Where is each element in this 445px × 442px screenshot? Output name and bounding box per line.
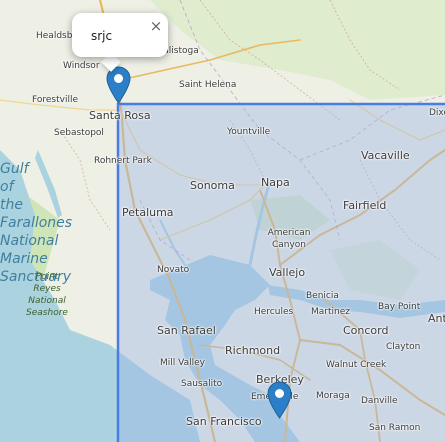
place-label: Hercules [254, 307, 294, 317]
place-label: San Francisco [186, 415, 262, 428]
place-label: Rohnert Park [94, 156, 152, 166]
place-label: Forestville [32, 95, 78, 105]
water-label: Gulf of the Farallones National Marine S… [0, 161, 72, 285]
place-label: Benicia [306, 291, 339, 301]
place-label: Petaluma [122, 206, 174, 219]
popup-text: srjc [91, 29, 113, 43]
map-canvas[interactable]: Healdsburg Windsor Calistoga Saint Helen… [0, 0, 445, 442]
place-label: Yountville [227, 127, 271, 137]
place-label: Dixon [429, 108, 445, 118]
place-label: Sausalito [181, 379, 223, 389]
place-label: Mill Valley [160, 358, 205, 368]
place-label: Saint Helena [179, 80, 237, 90]
place-label: Moraga [316, 391, 350, 401]
place-label: Sonoma [190, 179, 235, 192]
place-label: Martinez [311, 307, 350, 317]
place-label: Sebastopol [54, 128, 104, 138]
place-label: Danville [361, 396, 398, 406]
place-label: Novato [157, 265, 190, 275]
map-marker-icon[interactable] [106, 66, 131, 104]
place-label: Fairfield [343, 199, 387, 212]
place-label: Walnut Creek [326, 360, 387, 370]
place-label: San Ramon [369, 423, 421, 433]
place-label: Concord [343, 324, 389, 337]
place-label: Richmond [225, 344, 281, 357]
place-label: Clayton [386, 342, 421, 352]
place-label: Napa [261, 176, 290, 189]
place-label: Santa Rosa [89, 109, 151, 122]
park-label: Point Reyes National Seashore [26, 272, 68, 318]
close-icon[interactable]: × [148, 18, 164, 34]
place-label: Vallejo [269, 266, 306, 279]
place-label: American Canyon [267, 228, 311, 250]
place-label: Bay Point [378, 302, 421, 312]
place-label: San Rafael [157, 324, 216, 337]
place-label: Windsor [63, 61, 100, 71]
marker-popup: srjc × [72, 13, 168, 57]
map-marker-icon[interactable] [267, 381, 292, 419]
place-label: Vacaville [361, 149, 410, 162]
place-label: Antioch [428, 312, 445, 325]
